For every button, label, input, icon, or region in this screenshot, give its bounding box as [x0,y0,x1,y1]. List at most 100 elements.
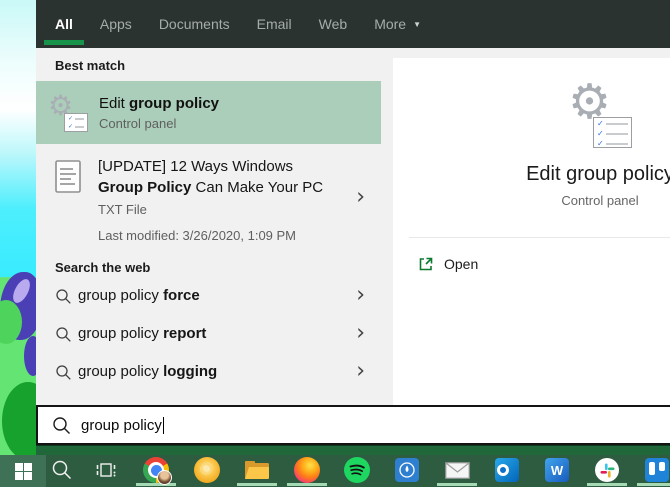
word-letter: W [550,462,564,478]
title-bold: group policy [129,94,220,112]
check-icon: ✓ [68,122,74,130]
best-match-title: Edit group policy [99,95,219,112]
preview-title: Edit group policy [526,163,670,185]
document-result[interactable]: [UPDATE] 12 Ways Windows Group Policy Ca… [36,150,381,247]
suggestion-prefix: group policy [78,363,164,380]
tab-all[interactable]: All [44,0,84,48]
emblem-icon [399,462,415,478]
trello-card-left [649,462,655,475]
group-policy-icon-large: ⚙ ✓ ✓ ✓ [568,78,632,148]
check-icon: ✓ [597,129,604,138]
taskbar: W [0,455,670,487]
tab-documents-label: Documents [158,16,230,32]
spotify-icon[interactable] [344,457,370,483]
chevron-right-icon[interactable]: › [356,359,365,384]
preview-subtitle: Control panel [561,193,639,208]
firefox-icon[interactable] [294,457,320,483]
tab-more[interactable]: More ▼ [363,0,432,48]
outlook-o-icon [497,464,509,476]
windows-logo-icon [14,462,32,480]
suggestion-bold: force [163,287,200,304]
document-last-modified: Last modified: 3/26/2020, 1:09 PM [98,228,297,243]
checklist-icon: ✓ ✓ [64,112,88,132]
mail-icon[interactable] [444,457,470,483]
chrome-profile-avatar [157,470,172,485]
windows-search-screen: All Apps Documents Email Web More ▼ Best… [0,0,670,487]
taskbar-search-button[interactable] [49,457,75,483]
doc-regular: Can Make Your PC [191,179,324,196]
chevron-right-icon[interactable]: › [356,283,365,308]
web-suggestion-label: group policy force [78,287,200,304]
tab-web-label: Web [318,16,348,32]
text-document-icon [55,160,81,193]
check-icon: ✓ [68,114,74,122]
tab-documents[interactable]: Documents [148,0,241,48]
web-suggestion-label: group policy logging [78,363,217,380]
preview-divider [409,237,670,238]
check-icon: ✓ [597,139,604,148]
document-title-line1: [UPDATE] 12 Ways Windows [98,158,294,175]
search-icon [52,460,72,480]
envelope-icon [444,461,470,479]
text-caret [162,416,164,434]
tab-web[interactable]: Web [308,0,359,48]
suggestion-prefix: group policy [78,287,164,304]
best-match-subtitle: Control panel [99,115,177,131]
best-match-result[interactable]: ⚙ ✓ ✓ Edit group policy Control panel [36,81,381,144]
desktop-wallpaper [0,0,36,455]
chevron-right-icon[interactable]: › [356,184,365,209]
file-explorer-icon[interactable] [244,457,270,483]
start-button[interactable] [0,455,46,487]
open-label: Open [444,256,479,272]
running-indicator-trello [637,483,670,486]
web-suggestion-logging[interactable]: group policy logging › [36,354,381,392]
search-icon [53,416,70,434]
title-regular: Edit [99,94,130,112]
tab-all-label: All [55,16,73,32]
group-policy-icon: ⚙ ✓ ✓ [48,91,88,132]
search-filter-tabbar: All Apps Documents Email Web More ▼ [36,0,670,48]
tab-email[interactable]: Email [246,0,303,48]
chrome-icon[interactable] [143,457,172,485]
search-icon [56,327,71,342]
chrome-canary-icon[interactable] [194,457,220,483]
folder-icon [245,461,269,479]
running-indicator-chrome [136,483,176,486]
search-input[interactable]: group policy [36,405,670,445]
wallpaper-flower-2 [24,336,36,376]
tab-apps-label: Apps [99,16,132,32]
slack-hash-icon [600,463,614,477]
web-suggestion-label: group policy report [78,325,206,342]
outlook-icon[interactable] [494,457,520,483]
trello-icon[interactable] [644,457,670,483]
search-input-value: group policy [81,416,162,434]
running-indicator-slack [587,483,627,486]
slack-icon[interactable] [594,457,620,483]
suggestion-bold: report [163,325,207,342]
doc-bold: Group Policy [98,179,192,196]
task-view-icon [96,463,116,477]
search-icon [56,289,71,304]
document-file-type: TXT File [98,202,147,217]
open-action[interactable]: Open [418,256,478,272]
web-suggestion-force[interactable]: group policy force › [36,278,381,316]
task-view-button[interactable] [93,457,119,483]
chevron-down-icon: ▼ [413,19,422,29]
running-indicator-firefox [287,483,327,486]
best-match-header: Best match [55,58,126,73]
blue-emblem-app-icon[interactable] [394,457,420,483]
tab-more-label: More [374,16,407,32]
trello-card-right [659,462,665,471]
web-suggestion-report[interactable]: group policy report › [36,316,381,354]
spotify-waves-icon [349,464,365,476]
tab-apps[interactable]: Apps [89,0,143,48]
search-window-bottom-strip [36,445,670,455]
chevron-right-icon[interactable]: › [356,321,365,346]
word-icon[interactable]: W [544,457,570,483]
search-the-web-header: Search the web [55,260,151,275]
suggestion-prefix: group policy [78,325,164,342]
running-indicator-file-explorer [237,483,277,486]
wallpaper-dark-circle [2,382,36,455]
suggestion-bold: logging [163,363,218,380]
running-indicator-mail [437,483,477,486]
